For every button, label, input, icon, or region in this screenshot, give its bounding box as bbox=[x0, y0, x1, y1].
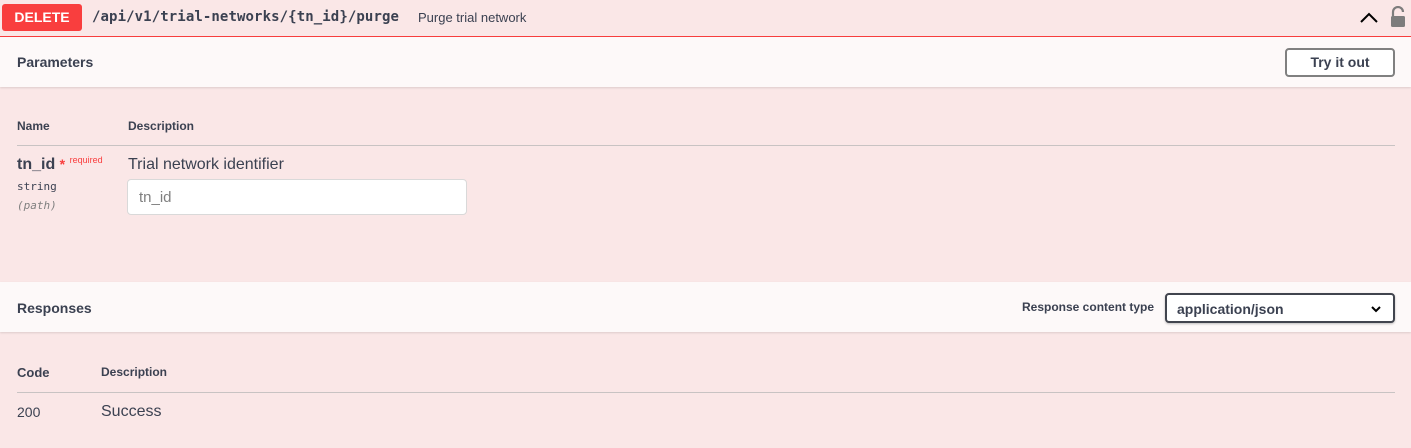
response-description: Success bbox=[101, 403, 162, 420]
column-header-code: Code bbox=[17, 365, 50, 380]
unlocked-padlock-icon[interactable] bbox=[1389, 6, 1407, 28]
chevron-up-icon[interactable] bbox=[1358, 7, 1380, 29]
parameter-name: tn_id * required bbox=[17, 155, 103, 174]
responses-divider bbox=[17, 392, 1395, 393]
responses-title: Responses bbox=[17, 300, 92, 316]
parameter-name-text: tn_id bbox=[17, 156, 56, 173]
parameters-divider bbox=[17, 145, 1395, 146]
response-content-type-label: Response content type bbox=[1022, 300, 1155, 314]
parameter-description: Trial network identifier bbox=[128, 156, 284, 173]
operation-path: /api/v1/trial-networks/{tn_id}/purge bbox=[92, 9, 400, 25]
required-star: * bbox=[59, 156, 66, 172]
response-content-type-value: application/json bbox=[1177, 301, 1284, 317]
required-label: required bbox=[69, 155, 103, 165]
response-code: 200 bbox=[17, 404, 41, 420]
responses-header: Responses Response content type applicat… bbox=[0, 282, 1411, 332]
response-content-type-select[interactable]: application/json bbox=[1165, 293, 1395, 323]
parameters-title: Parameters bbox=[17, 54, 94, 70]
try-it-out-button[interactable]: Try it out bbox=[1285, 48, 1395, 77]
parameter-location: (path) bbox=[17, 199, 57, 212]
operation-summary-text: Purge trial network bbox=[418, 10, 527, 25]
chevron-down-icon bbox=[1371, 306, 1381, 313]
method-badge: DELETE bbox=[2, 4, 82, 31]
column-header-description: Description bbox=[128, 119, 195, 133]
column-header-name: Name bbox=[17, 119, 50, 133]
parameters-header: Parameters Try it out bbox=[0, 37, 1411, 87]
tn-id-input[interactable] bbox=[127, 179, 467, 215]
column-header-response-description: Description bbox=[101, 365, 168, 379]
parameter-type: string bbox=[17, 180, 57, 193]
operation-summary[interactable]: DELETE /api/v1/trial-networks/{tn_id}/pu… bbox=[0, 0, 1411, 37]
